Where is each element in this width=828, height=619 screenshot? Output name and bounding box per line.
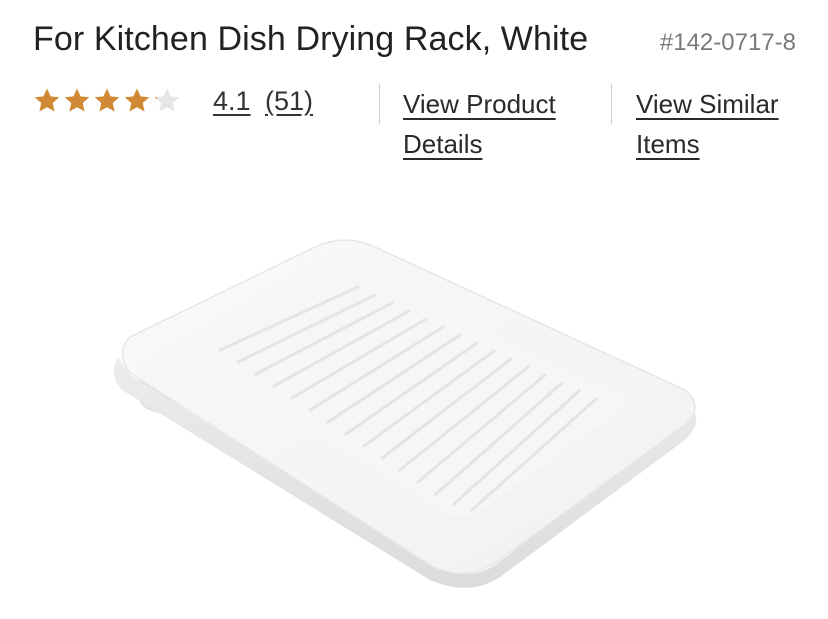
star-icon [124,88,150,112]
product-header-page: For Kitchen Dish Drying Rack, White #142… [0,0,828,619]
divider [611,84,612,124]
view-product-details-label-line2: Details [403,129,483,159]
star-icon [34,88,60,112]
review-count-link[interactable]: (51) [265,86,313,117]
view-similar-items-label-line1: View Similar [636,89,779,119]
view-similar-items-label-line2: Items [636,129,700,159]
rating-value-link[interactable]: 4.1 [213,86,251,117]
star-icon [94,88,120,112]
view-product-details-label-line1: View Product [403,89,556,119]
dish-drying-mat-image [113,239,697,588]
divider [379,84,380,124]
star-rating[interactable] [32,86,182,116]
star-icon [64,88,90,112]
product-title: For Kitchen Dish Drying Rack, White [33,20,589,58]
star-partial-icon [154,88,180,112]
product-sku: #142-0717-8 [659,29,796,56]
view-similar-items-link[interactable]: View Similar Items [636,84,779,164]
view-product-details-link[interactable]: View Product Details [403,84,556,164]
